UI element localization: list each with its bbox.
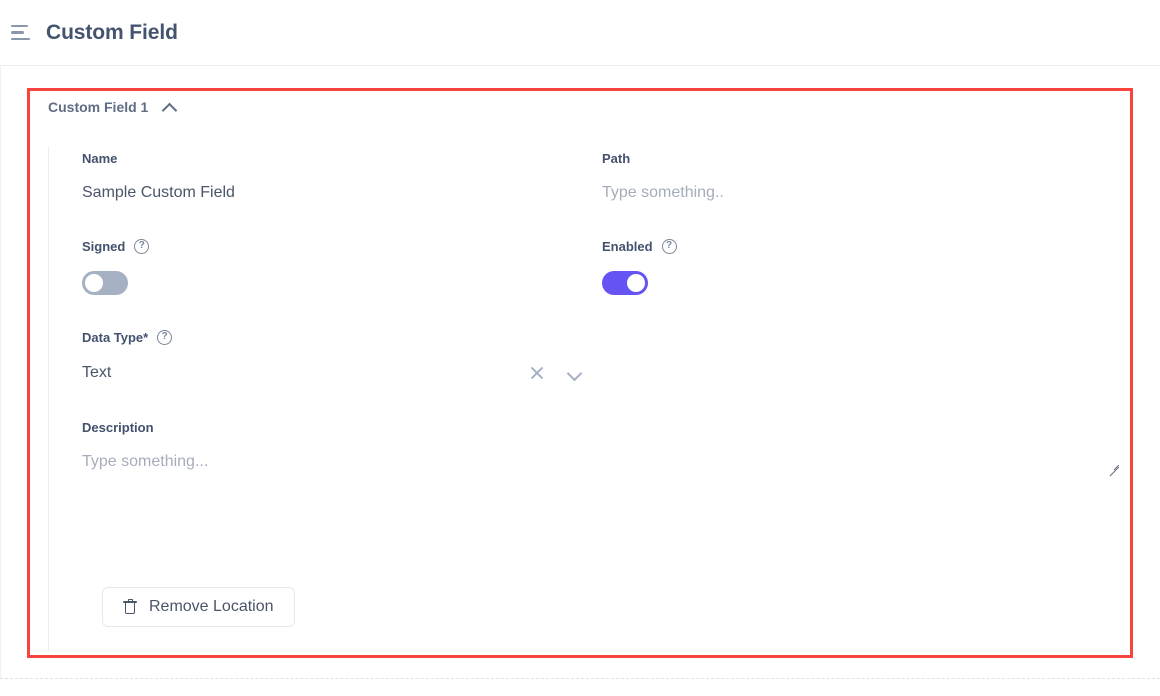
custom-field-card-highlight: Custom Field 1 Name Sample Custom Field … [27,88,1133,658]
custom-field-form: Name Sample Custom Field Path Type somet… [82,149,1122,477]
field-description: Description Type something... [82,418,1122,477]
trash-lid [123,601,137,603]
remove-location-label: Remove Location [149,598,274,615]
trash-icon [123,599,137,615]
field-enabled: Enabled ? [602,237,1122,295]
data-type-selected-value: Text [82,364,112,381]
accordion-title: Custom Field 1 [48,99,149,115]
help-circle-icon[interactable]: ? [661,238,677,254]
signed-toggle-knob [85,274,103,292]
signed-label-text: Signed [82,238,126,254]
description-label-text: Description [82,419,154,435]
page-body: Custom Field 1 Name Sample Custom Field … [0,66,1160,696]
form-row-data-type-spacer [602,328,1122,385]
signed-toggle[interactable] [82,271,128,295]
help-circle-icon[interactable]: ? [134,238,150,254]
description-label: Description [82,418,1122,436]
name-input[interactable]: Sample Custom Field [82,182,602,204]
enabled-label: Enabled ? [602,237,1122,255]
help-circle-icon[interactable]: ? [157,329,173,345]
signed-label: Signed ? [82,237,602,255]
description-textarea[interactable]: Type something... [82,451,1122,473]
field-signed: Signed ? [82,237,602,295]
form-row-description: Description Type something... [82,418,1122,477]
trash-can [124,603,136,614]
form-row-data-type: Data Type* ? Text [82,328,1122,385]
card-vertical-rule [48,147,49,651]
form-row-name-path: Name Sample Custom Field Path Type somet… [82,149,1122,204]
hamburger-menu-icon[interactable] [8,20,34,46]
chevron-down-icon[interactable] [566,365,582,381]
path-input[interactable]: Type something.. [602,182,1122,204]
bottom-dashed-divider [0,678,1160,679]
pane-left-rule [0,66,1,678]
resize-grip-icon[interactable] [1108,462,1122,477]
field-name: Name Sample Custom Field [82,149,602,204]
path-label-text: Path [602,150,631,166]
close-x-icon[interactable] [528,364,546,382]
menu-line-2 [11,31,24,34]
menu-line-1 [11,24,28,28]
enabled-toggle-knob [627,274,645,292]
form-row-signed-enabled: Signed ? Enabled ? [82,237,1122,295]
menu-line-3 [11,37,30,41]
name-label: Name [82,149,602,167]
app-header: Custom Field [0,0,1160,66]
data-type-select[interactable]: Text [82,361,582,385]
remove-location-button[interactable]: Remove Location [102,587,295,627]
accordion-header-custom-field-1[interactable]: Custom Field 1 [48,99,178,115]
name-label-text: Name [82,150,118,166]
page-title: Custom Field [46,20,178,44]
field-path: Path Type something.. [602,149,1122,204]
enabled-toggle[interactable] [602,271,648,295]
path-label: Path [602,149,1122,167]
data-type-label-text: Data Type* [82,329,149,345]
data-type-label: Data Type* ? [82,328,602,346]
enabled-label-text: Enabled [602,238,653,254]
chevron-up-icon[interactable] [162,99,178,115]
field-data-type: Data Type* ? Text [82,328,602,385]
